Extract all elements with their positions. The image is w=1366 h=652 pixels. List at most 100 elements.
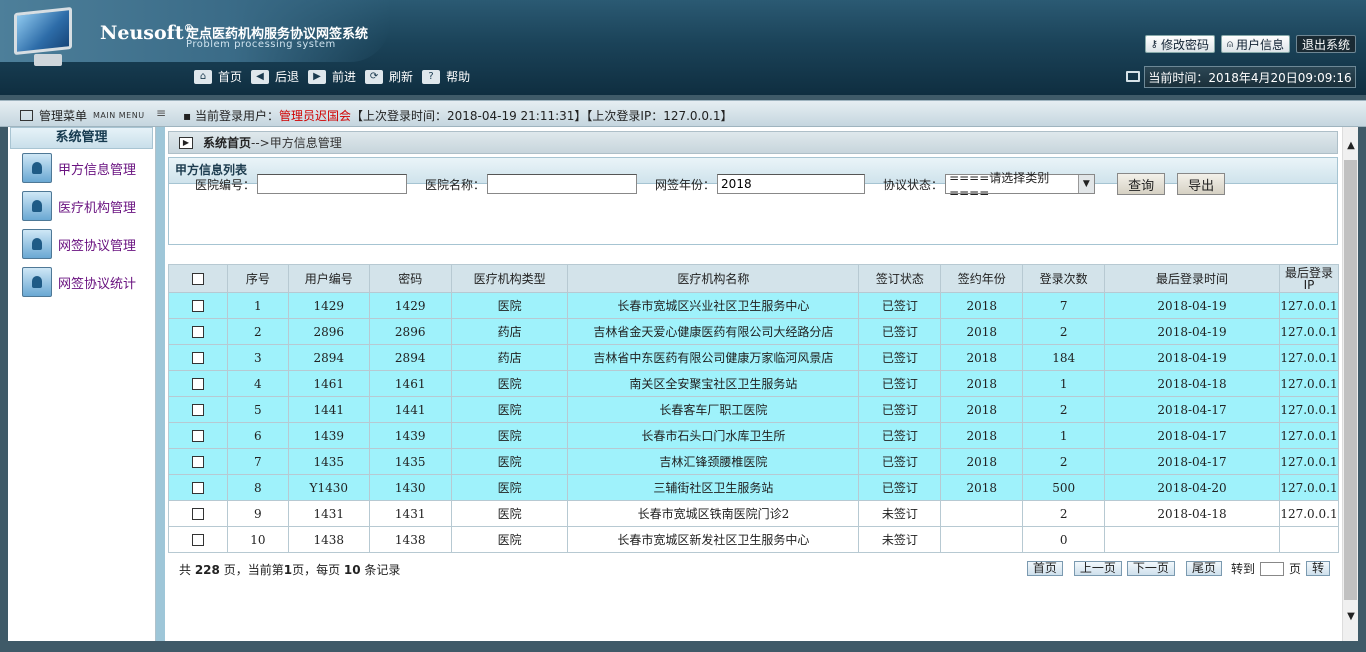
nav-back[interactable]: ◀ 后退 — [251, 68, 299, 85]
home-icon: ⌂ — [194, 69, 212, 84]
col-user-code: 用户编号 — [287, 264, 370, 293]
col-login-count: 登录次数 — [1022, 264, 1106, 293]
table-row[interactable]: 2 2896 2896 药店 吉林省金天爱心健康医药有限公司大经路分店 已签订 2018 2 2… — [168, 318, 1340, 345]
sign-year-input[interactable] — [717, 174, 866, 194]
nav-home[interactable]: ⌂ 首页 — [194, 68, 242, 85]
row-checkbox[interactable] — [168, 370, 228, 397]
table-row[interactable]: 7 1435 1435 医院 吉林汇锋颈腰椎医院 已签订 2018 2 2018-04-17 12… — [168, 448, 1340, 475]
app-header: Neusoft® 定点医药机构服务协议网签系统 Problem processi… — [0, 0, 1366, 95]
nav-forward[interactable]: ▶ 前进 — [308, 68, 356, 85]
scroll-down-icon[interactable]: ▼ — [1343, 611, 1359, 627]
nav-refresh[interactable]: ⟳ 刷新 — [365, 68, 413, 85]
table-row[interactable]: 6 1439 1439 医院 长春市石头口门水库卫生所 已签订 2018 1 2018-04-1… — [168, 422, 1340, 449]
menu-toggle-icon[interactable]: ≡ — [156, 106, 166, 120]
prev-page-button[interactable]: 上一页 — [1073, 561, 1122, 576]
page-label: 页 — [1288, 562, 1301, 576]
search-panel: 甲方信息列表 — [168, 157, 1338, 245]
data-table: 序号 用户编号 密码 医疗机构类型 医疗机构名称 签订状态 签约年份 登录次数 … — [168, 264, 1340, 553]
sidebar-splitter[interactable] — [156, 127, 165, 641]
table-row[interactable]: 10 1438 1438 医院 长春市宽城区新发社区卫生服务中心 未签订 0 — [168, 526, 1340, 553]
sidebar-item-agreement[interactable]: 网签协议管理 — [8, 225, 155, 263]
col-last-login-ip: 最后登录IP — [1278, 264, 1340, 293]
nav-bar: ⌂ 首页 ◀ 后退 ▶ 前进 ⟳ 刷新 ? 帮助 当前时间：2018年4月20日09:09… — [0, 66, 1366, 91]
scroll-thumb[interactable] — [1344, 160, 1357, 600]
refresh-icon: ⟳ — [365, 69, 384, 84]
chevron-down-icon: ▼ — [1077, 175, 1095, 193]
current-time: 当前时间：2018年4月20日09:09:16 — [1144, 66, 1356, 88]
status-select[interactable]: ====请选择类别==== ▼ — [945, 171, 1096, 200]
logout-button[interactable]: 退出系统 — [1295, 35, 1356, 53]
col-name: 医疗机构名称 — [567, 264, 860, 293]
table-header-row: 序号 用户编号 密码 医疗机构类型 医疗机构名称 签订状态 签约年份 登录次数 … — [168, 264, 1340, 293]
row-checkbox[interactable] — [168, 318, 228, 345]
search-row: 医院编号： 医院名称： 网签年份： 协议状态： ====请选择类别==== ▼ … — [195, 171, 1237, 200]
col-year: 签约年份 — [940, 264, 1024, 293]
query-button[interactable]: 查询 — [1117, 173, 1166, 195]
table-row[interactable]: 5 1441 1441 医院 长春客车厂职工医院 已签订 2018 2 2018-04-17 12… — [168, 396, 1340, 423]
change-password-button[interactable]: ⚷ 修改密码 — [1144, 35, 1215, 53]
arrow-right-icon: ▶ — [308, 69, 327, 84]
row-checkbox[interactable] — [168, 344, 228, 371]
brand-name: Neusoft® — [100, 22, 194, 44]
next-page-button[interactable]: 下一页 — [1126, 561, 1175, 576]
table-row[interactable]: 8 Y1430 1430 医院 三辅街社区卫生服务站 已签订 2018 500 2018-04-… — [168, 474, 1340, 501]
hospital-code-input[interactable] — [257, 174, 408, 194]
row-checkbox[interactable] — [168, 526, 228, 553]
last-page-button[interactable]: 尾页 — [1185, 561, 1222, 576]
breadcrumb-current: -->甲方信息管理 — [251, 136, 342, 150]
play-icon: ▶ — [179, 136, 193, 149]
arrow-left-icon: ◀ — [251, 69, 270, 84]
first-page-button[interactable]: 首页 — [1026, 561, 1063, 576]
select-all-checkbox[interactable] — [168, 264, 228, 293]
sidebar-item-statistics[interactable]: 网签协议统计 — [8, 263, 155, 301]
header-actions: ⚷ 修改密码 ⍝ 用户信息 退出系统 — [1144, 35, 1356, 53]
sidebar-item-party-a[interactable]: 甲方信息管理 — [8, 149, 155, 187]
goto-label: 转到 — [1230, 562, 1255, 576]
goto-page-input[interactable] — [1259, 561, 1284, 576]
login-user: 管理员迟国会 — [278, 109, 351, 123]
lock-icon — [22, 267, 52, 297]
col-no: 序号 — [226, 264, 289, 293]
pagination-summary: 共 228 页，当前第1页，每页 10 条记录 — [179, 563, 401, 577]
user-info-button[interactable]: ⍝ 用户信息 — [1220, 35, 1290, 53]
table-row[interactable]: 1 1429 1429 医院 长春市宽城区兴业社区卫生服务中心 已签订 2018 7 2018-… — [168, 292, 1340, 319]
breadcrumb: ▶ 系统首页-->甲方信息管理 — [168, 131, 1338, 154]
main-content: ▶ 系统首页-->甲方信息管理 甲方信息列表 医院编号： 医院名称： 网签年份：… — [165, 127, 1342, 641]
scroll-up-icon[interactable]: ▲ — [1343, 140, 1359, 156]
system-subtitle: Problem processing system — [186, 39, 336, 50]
sidebar-item-medical-institution[interactable]: 医疗机构管理 — [8, 187, 155, 225]
menu-title: 管理菜单 MAIN MENU — [20, 107, 145, 124]
row-checkbox[interactable] — [168, 448, 228, 475]
login-info: ▪ 当前登录用户：管理员迟国会【上次登录时间：2018-04-19 21:11:… — [183, 109, 733, 123]
col-password: 密码 — [368, 264, 452, 293]
table-row[interactable]: 4 1461 1461 医院 南关区全安聚宝社区卫生服务站 已签订 2018 1 2018-04… — [168, 370, 1340, 397]
hospital-name-input[interactable] — [487, 174, 638, 194]
export-button[interactable]: 导出 — [1177, 173, 1226, 195]
table-row[interactable]: 3 2894 2894 药店 吉林省中东医药有限公司健康万家临河风景店 已签订 2018 18… — [168, 344, 1340, 371]
computer-monitor-icon — [12, 6, 78, 68]
row-checkbox[interactable] — [168, 474, 228, 501]
go-button[interactable]: 转 — [1305, 561, 1330, 576]
help-icon: ? — [422, 69, 441, 84]
info-bar: 管理菜单 MAIN MENU ≡ ▪ 当前登录用户：管理员迟国会【上次登录时间：… — [0, 100, 1366, 127]
sidebar: 系统管理 甲方信息管理 医疗机构管理 网签协议管理 网签协议统计 — [8, 127, 156, 641]
users-icon — [22, 229, 52, 259]
key-icon: ⚷ — [1150, 38, 1158, 50]
menu-icon — [20, 110, 33, 121]
row-checkbox[interactable] — [168, 396, 228, 423]
col-status: 签订状态 — [858, 264, 942, 293]
row-checkbox[interactable] — [168, 500, 228, 527]
person-card-icon — [22, 153, 52, 183]
row-checkbox[interactable] — [168, 292, 228, 319]
institution-icon — [22, 191, 52, 221]
table-row[interactable]: 9 1431 1431 医院 长春市宽城区铁南医院门诊2 未签订 2 2018-04-18 12… — [168, 500, 1340, 527]
sidebar-heading: 系统管理 — [10, 127, 153, 149]
nav-help[interactable]: ? 帮助 — [422, 68, 470, 85]
col-last-login-time: 最后登录时间 — [1104, 264, 1280, 293]
logo-panel: Neusoft® 定点医药机构服务协议网签系统 Problem processi… — [0, 0, 390, 66]
row-checkbox[interactable] — [168, 422, 228, 449]
col-type: 医疗机构类型 — [450, 264, 569, 293]
pagination: 首页 上一页 下一页 尾页 转到 页 转 — [1026, 560, 1330, 577]
vertical-scrollbar[interactable]: ▲ ▼ — [1342, 127, 1358, 641]
breadcrumb-home[interactable]: 系统首页 — [203, 136, 251, 150]
